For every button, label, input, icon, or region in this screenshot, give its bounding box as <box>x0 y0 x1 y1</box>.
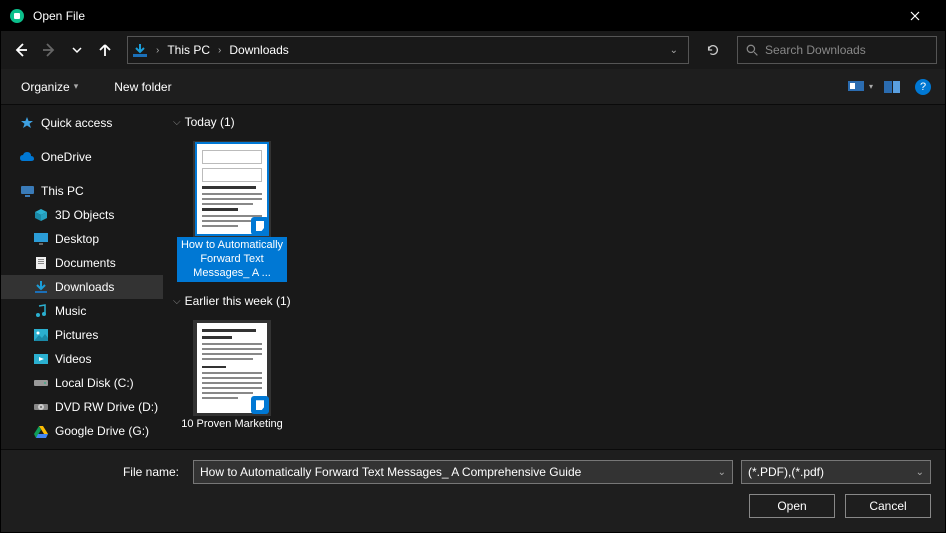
downloads-icon <box>33 279 49 295</box>
sidebar-desktop[interactable]: Desktop <box>1 227 163 251</box>
app-icon <box>9 8 25 24</box>
file-caption: How to Automatically Forward Text Messag… <box>177 237 287 282</box>
nav-bar: › This PC › Downloads ⌄ Search Downloads <box>1 31 945 69</box>
desktop-icon <box>33 231 49 247</box>
forward-button[interactable] <box>37 38 61 62</box>
file-list[interactable]: ⌵ Today (1) <box>163 105 945 449</box>
sidebar-this-pc[interactable]: This PC <box>1 179 163 203</box>
star-icon <box>19 115 35 131</box>
refresh-button[interactable] <box>699 36 727 64</box>
back-button[interactable] <box>9 38 33 62</box>
group-header-today[interactable]: ⌵ Today (1) <box>169 109 945 135</box>
up-button[interactable] <box>93 38 117 62</box>
filename-input[interactable]: How to Automatically Forward Text Messag… <box>193 460 733 484</box>
chevron-down-icon[interactable]: ⌄ <box>718 467 726 478</box>
file-type-filter[interactable]: (*.PDF),(*.pdf) ⌄ <box>741 460 931 484</box>
sidebar-onedrive[interactable]: OneDrive <box>1 145 163 169</box>
music-icon <box>33 303 49 319</box>
cancel-button[interactable]: Cancel <box>845 494 931 518</box>
sidebar-downloads[interactable]: Downloads <box>1 275 163 299</box>
close-button[interactable] <box>893 1 937 31</box>
search-input[interactable]: Search Downloads <box>737 36 937 64</box>
disk-icon <box>33 375 49 391</box>
toolbar: Organize▾ New folder ▾ ? <box>1 69 945 105</box>
sidebar-documents[interactable]: Documents <box>1 251 163 275</box>
document-icon <box>33 255 49 271</box>
open-file-dialog: Open File › This PC › Downloads ⌄ Search… <box>0 0 946 533</box>
file-caption: 10 Proven Marketing <box>177 416 287 434</box>
sidebar-google-drive[interactable]: Google Drive (G:) <box>1 419 163 443</box>
window-title: Open File <box>33 9 85 23</box>
new-folder-button[interactable]: New folder <box>108 76 177 98</box>
dvd-icon <box>33 399 49 415</box>
sidebar-quick-access[interactable]: Quick access <box>1 111 163 135</box>
sidebar: Quick access OneDrive This PC 3D Objects… <box>1 105 163 449</box>
sidebar-music[interactable]: Music <box>1 299 163 323</box>
address-dropdown[interactable]: ⌄ <box>664 45 684 56</box>
sidebar-dvd-drive[interactable]: DVD RW Drive (D:) <box>1 395 163 419</box>
videos-icon <box>33 351 49 367</box>
file-item[interactable]: 10 Proven Marketing <box>177 320 287 434</box>
sidebar-3d-objects[interactable]: 3D Objects <box>1 203 163 227</box>
organize-button[interactable]: Organize▾ <box>15 76 84 98</box>
gdrive-icon <box>33 423 49 439</box>
sidebar-pictures[interactable]: Pictures <box>1 323 163 347</box>
pc-icon <box>19 183 35 199</box>
chevron-down-icon: ⌵ <box>173 117 181 128</box>
help-button[interactable]: ? <box>915 79 931 95</box>
group-header-earlier[interactable]: ⌵ Earlier this week (1) <box>169 288 945 314</box>
caret-down-icon: ▾ <box>74 81 79 92</box>
cube-icon <box>33 207 49 223</box>
pdf-badge-icon <box>251 396 269 414</box>
file-item[interactable]: How to Automatically Forward Text Messag… <box>177 141 287 282</box>
chevron-right-icon: › <box>214 45 225 56</box>
preview-pane-button[interactable] <box>877 75 907 99</box>
downloads-path-icon <box>132 42 148 58</box>
pictures-icon <box>33 327 49 343</box>
titlebar: Open File <box>1 1 945 31</box>
search-icon <box>746 44 759 57</box>
footer: File name: How to Automatically Forward … <box>1 449 945 532</box>
breadcrumb-downloads[interactable]: Downloads <box>225 37 292 63</box>
open-button[interactable]: Open <box>749 494 835 518</box>
chevron-down-icon: ⌵ <box>173 296 181 307</box>
sidebar-local-disk[interactable]: Local Disk (C:) <box>1 371 163 395</box>
recent-locations-button[interactable] <box>65 38 89 62</box>
sidebar-videos[interactable]: Videos <box>1 347 163 371</box>
view-options-button[interactable]: ▾ <box>845 75 875 99</box>
address-bar[interactable]: › This PC › Downloads ⌄ <box>127 36 689 64</box>
breadcrumb-this-pc[interactable]: This PC <box>163 37 214 63</box>
chevron-down-icon[interactable]: ⌄ <box>916 467 924 478</box>
search-placeholder: Search Downloads <box>765 43 866 57</box>
chevron-right-icon: › <box>152 45 163 56</box>
filename-label: File name: <box>15 465 185 479</box>
cloud-icon <box>19 149 35 165</box>
pdf-badge-icon <box>251 217 269 235</box>
